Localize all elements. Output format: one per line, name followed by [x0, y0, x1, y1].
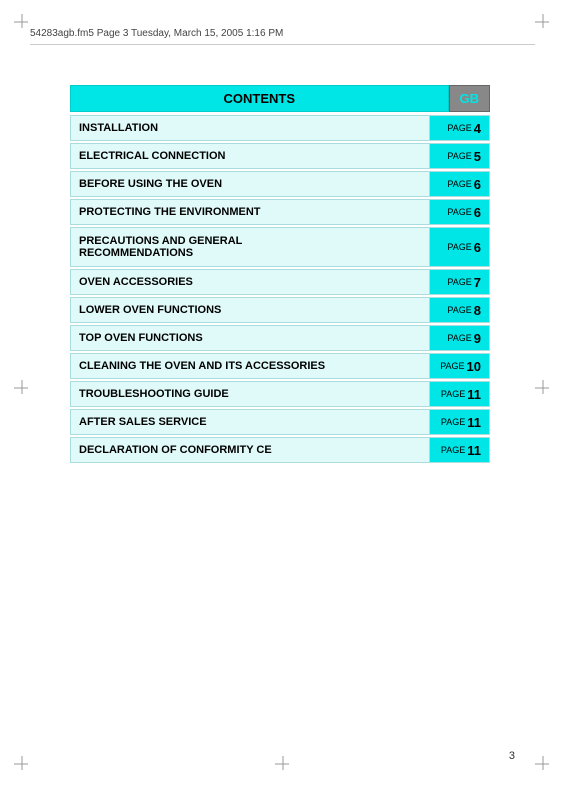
toc-page: PAGE11 [429, 382, 489, 406]
page-num: 8 [474, 303, 481, 318]
toc-row: ELECTRICAL CONNECTIONPAGE5 [70, 143, 490, 169]
page-num: 11 [467, 415, 481, 430]
page-word: PAGE [441, 445, 465, 455]
header-divider [30, 44, 535, 45]
toc-row: PRECAUTIONS AND GENERALRECOMMENDATIONSPA… [70, 227, 490, 267]
toc-row: BEFORE USING THE OVENPAGE6 [70, 171, 490, 197]
toc-label: AFTER SALES SERVICE [71, 410, 429, 434]
toc-list: INSTALLATIONPAGE4ELECTRICAL CONNECTIONPA… [70, 115, 490, 463]
toc-row: LOWER OVEN FUNCTIONSPAGE8 [70, 297, 490, 323]
corner-mark-tr [535, 14, 551, 30]
page-num: 7 [474, 275, 481, 290]
toc-label-line2: RECOMMENDATIONS [79, 247, 193, 259]
page-num: 4 [474, 121, 481, 136]
page-word: PAGE [440, 361, 464, 371]
page-num: 9 [474, 331, 481, 346]
page-num: 5 [474, 149, 481, 164]
toc-row: TOP OVEN FUNCTIONSPAGE9 [70, 325, 490, 351]
page-word: PAGE [447, 333, 471, 343]
toc-label: PRECAUTIONS AND GENERALRECOMMENDATIONS [71, 228, 429, 266]
page-number: 3 [509, 750, 515, 762]
page-word: PAGE [447, 123, 471, 133]
page-word: PAGE [441, 389, 465, 399]
page-num: 6 [474, 240, 481, 255]
page-word: PAGE [447, 242, 471, 252]
corner-mark-bl [14, 756, 30, 772]
main-content: CONTENTS GB INSTALLATIONPAGE4ELECTRICAL … [70, 85, 490, 465]
toc-label: LOWER OVEN FUNCTIONS [71, 298, 429, 322]
toc-row: TROUBLESHOOTING GUIDEPAGE11 [70, 381, 490, 407]
page-word: PAGE [447, 151, 471, 161]
gb-badge: GB [449, 85, 491, 112]
toc-page: PAGE9 [429, 326, 489, 350]
page-word: PAGE [447, 277, 471, 287]
page-word: PAGE [441, 417, 465, 427]
toc-label: TOP OVEN FUNCTIONS [71, 326, 429, 350]
toc-label: TROUBLESHOOTING GUIDE [71, 382, 429, 406]
toc-page: PAGE5 [429, 144, 489, 168]
toc-row: PROTECTING THE ENVIRONMENTPAGE6 [70, 199, 490, 225]
corner-mark-tl [14, 14, 30, 30]
toc-label: OVEN ACCESSORIES [71, 270, 429, 294]
toc-row: CLEANING THE OVEN AND ITS ACCESSORIESPAG… [70, 353, 490, 379]
page: 54283agb.fm5 Page 3 Tuesday, March 15, 2… [0, 0, 565, 800]
header: 54283agb.fm5 Page 3 Tuesday, March 15, 2… [30, 28, 535, 39]
page-word: PAGE [447, 207, 471, 217]
corner-mark-mr [535, 380, 551, 396]
header-text: 54283agb.fm5 Page 3 Tuesday, March 15, 2… [30, 28, 283, 39]
toc-page: PAGE10 [429, 354, 489, 378]
toc-row: OVEN ACCESSORIESPAGE7 [70, 269, 490, 295]
toc-page: PAGE8 [429, 298, 489, 322]
page-num: 11 [467, 443, 481, 458]
toc-label: INSTALLATION [71, 116, 429, 140]
corner-mark-bm [275, 756, 291, 772]
contents-header: CONTENTS GB [70, 85, 490, 112]
page-word: PAGE [447, 305, 471, 315]
toc-row: INSTALLATIONPAGE4 [70, 115, 490, 141]
toc-label-line1: PRECAUTIONS AND GENERAL [79, 235, 242, 247]
toc-page: PAGE4 [429, 116, 489, 140]
toc-page: PAGE6 [429, 228, 489, 266]
toc-page: PAGE7 [429, 270, 489, 294]
toc-page: PAGE6 [429, 200, 489, 224]
toc-label: BEFORE USING THE OVEN [71, 172, 429, 196]
page-num: 10 [467, 359, 481, 374]
toc-label: DECLARATION OF CONFORMITY CE [71, 438, 429, 462]
toc-page: PAGE11 [429, 438, 489, 462]
toc-label: CLEANING THE OVEN AND ITS ACCESSORIES [71, 354, 429, 378]
page-num: 6 [474, 205, 481, 220]
toc-row: DECLARATION OF CONFORMITY CEPAGE11 [70, 437, 490, 463]
corner-mark-br [535, 756, 551, 772]
page-num: 11 [467, 387, 481, 402]
toc-page: PAGE6 [429, 172, 489, 196]
toc-label: PROTECTING THE ENVIRONMENT [71, 200, 429, 224]
toc-row: AFTER SALES SERVICEPAGE11 [70, 409, 490, 435]
contents-title: CONTENTS [70, 85, 449, 112]
page-word: PAGE [447, 179, 471, 189]
toc-label: ELECTRICAL CONNECTION [71, 144, 429, 168]
corner-mark-ml [14, 380, 30, 396]
page-num: 6 [474, 177, 481, 192]
toc-page: PAGE11 [429, 410, 489, 434]
